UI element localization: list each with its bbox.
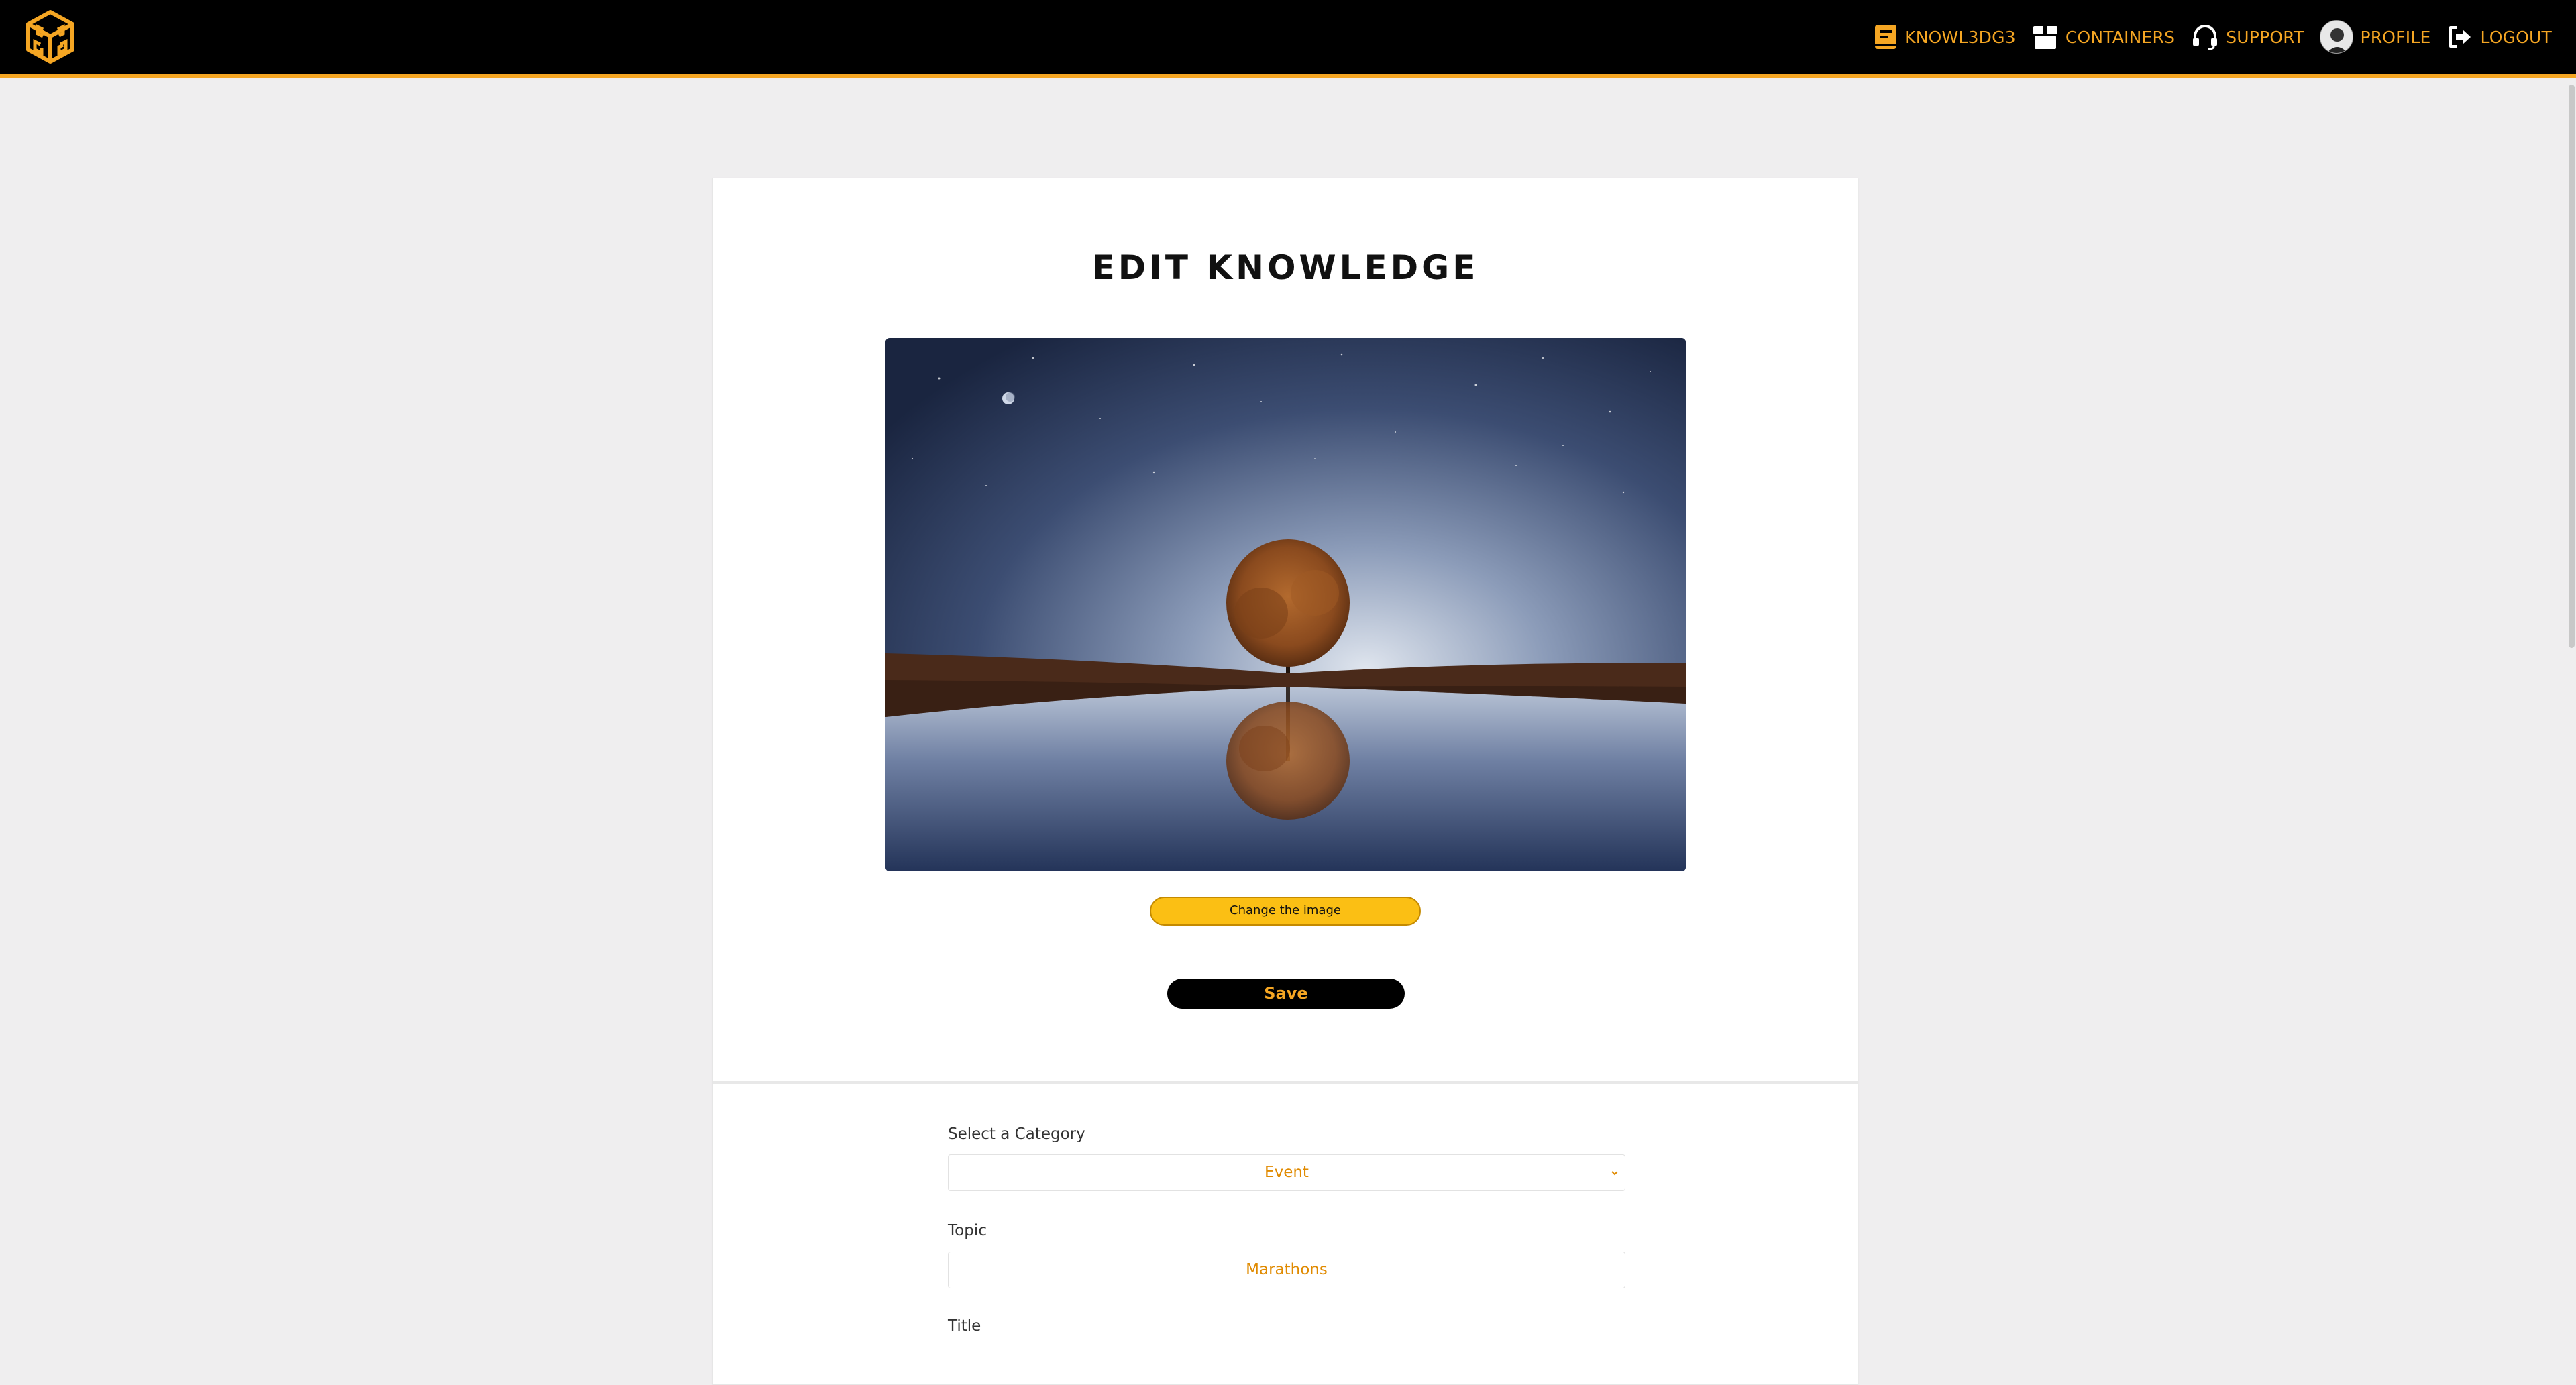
nav-support[interactable]: SUPPORT [2191,23,2304,50]
chevron-down-icon [1611,1171,1618,1176]
nav-containers-label: CONTAINERS [2065,27,2176,47]
section-divider [713,1081,1858,1084]
top-navigation-bar: KNOWL3DG3 CONTAINERS SUPPORT PROFILE LOG… [0,0,2576,78]
title-label: Title [948,1317,981,1335]
category-select-value: Event [1265,1164,1309,1181]
edit-knowledge-card: EDIT KNOWLEDGE Change the image Save Sel… [712,178,1858,1385]
avatar [2320,20,2354,54]
scrollbar-thumb[interactable] [2569,85,2575,648]
nav-support-label: SUPPORT [2226,27,2304,47]
nav-profile[interactable]: PROFILE [2320,20,2430,54]
logout-icon [2449,26,2471,48]
page-scrollbar[interactable] [2567,78,2576,1329]
save-button[interactable]: Save [1167,979,1405,1009]
tree-reflection-image [885,338,1686,871]
headset-icon [2193,25,2218,50]
box-icon [2033,26,2057,49]
page-title: EDIT KNOWLEDGE [1091,248,1479,287]
nav-logout-label: LOGOUT [2480,27,2552,47]
topic-label: Topic [948,1222,987,1239]
nav-knowledge[interactable]: KNOWL3DG3 [1874,23,2016,50]
main-navigation: KNOWL3DG3 CONTAINERS SUPPORT PROFILE LOG… [1874,0,2552,74]
topic-input-value: Marathons [1246,1261,1328,1278]
cube-logo-icon[interactable] [25,9,75,64]
nav-containers[interactable]: CONTAINERS [2032,23,2175,50]
nav-logout[interactable]: LOGOUT [2447,23,2552,50]
category-select[interactable]: Event [948,1154,1625,1191]
topic-input[interactable]: Marathons [948,1252,1625,1288]
nav-knowledge-label: KNOWL3DG3 [1904,27,2016,47]
book-icon [1875,25,1897,49]
nav-profile-label: PROFILE [2360,27,2431,47]
category-label: Select a Category [948,1125,1085,1143]
change-image-button[interactable]: Change the image [1150,897,1421,926]
